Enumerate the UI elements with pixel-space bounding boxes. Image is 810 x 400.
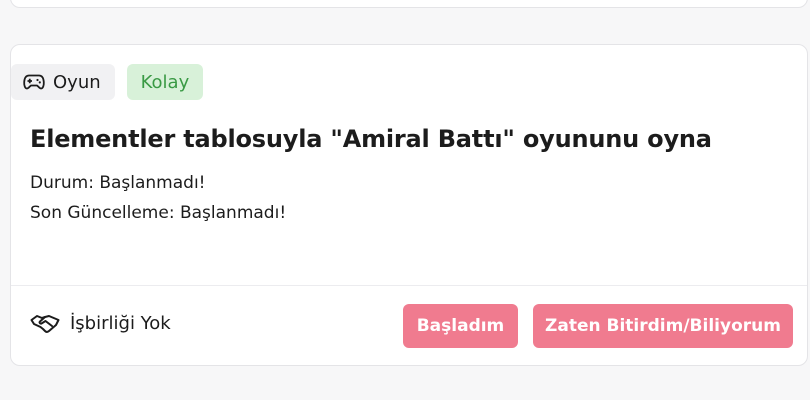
handshake-icon <box>30 314 60 333</box>
previous-card <box>10 0 808 8</box>
updated-key: Son Güncelleme: <box>30 203 175 223</box>
status-value: Başlanmadı! <box>99 173 206 193</box>
type-tag-label: Oyun <box>53 71 101 93</box>
started-button[interactable]: Başladım <box>403 304 518 348</box>
difficulty-label: Kolay <box>140 71 190 93</box>
status-line: Durum: Başlanmadı! <box>30 173 206 193</box>
updated-line: Son Güncelleme: Başlanmadı! <box>30 203 286 223</box>
collaboration-label: İşbirliği Yok <box>70 313 171 334</box>
divider <box>11 285 807 286</box>
task-card: Oyun Kolay Elementler tablosuyla "Amiral… <box>10 44 808 366</box>
task-title: Elementler tablosuyla "Amiral Battı" oyu… <box>30 125 712 153</box>
difficulty-tag: Kolay <box>126 64 204 100</box>
tag-row: Oyun Kolay <box>11 64 204 100</box>
already-done-button[interactable]: Zaten Bitirdim/Biliyorum <box>533 304 793 348</box>
gamepad-icon <box>23 74 45 90</box>
type-tag: Oyun <box>11 64 115 100</box>
collaboration-info: İşbirliği Yok <box>30 313 171 334</box>
updated-value: Başlanmadı! <box>179 203 287 223</box>
status-key: Durum: <box>30 173 94 193</box>
